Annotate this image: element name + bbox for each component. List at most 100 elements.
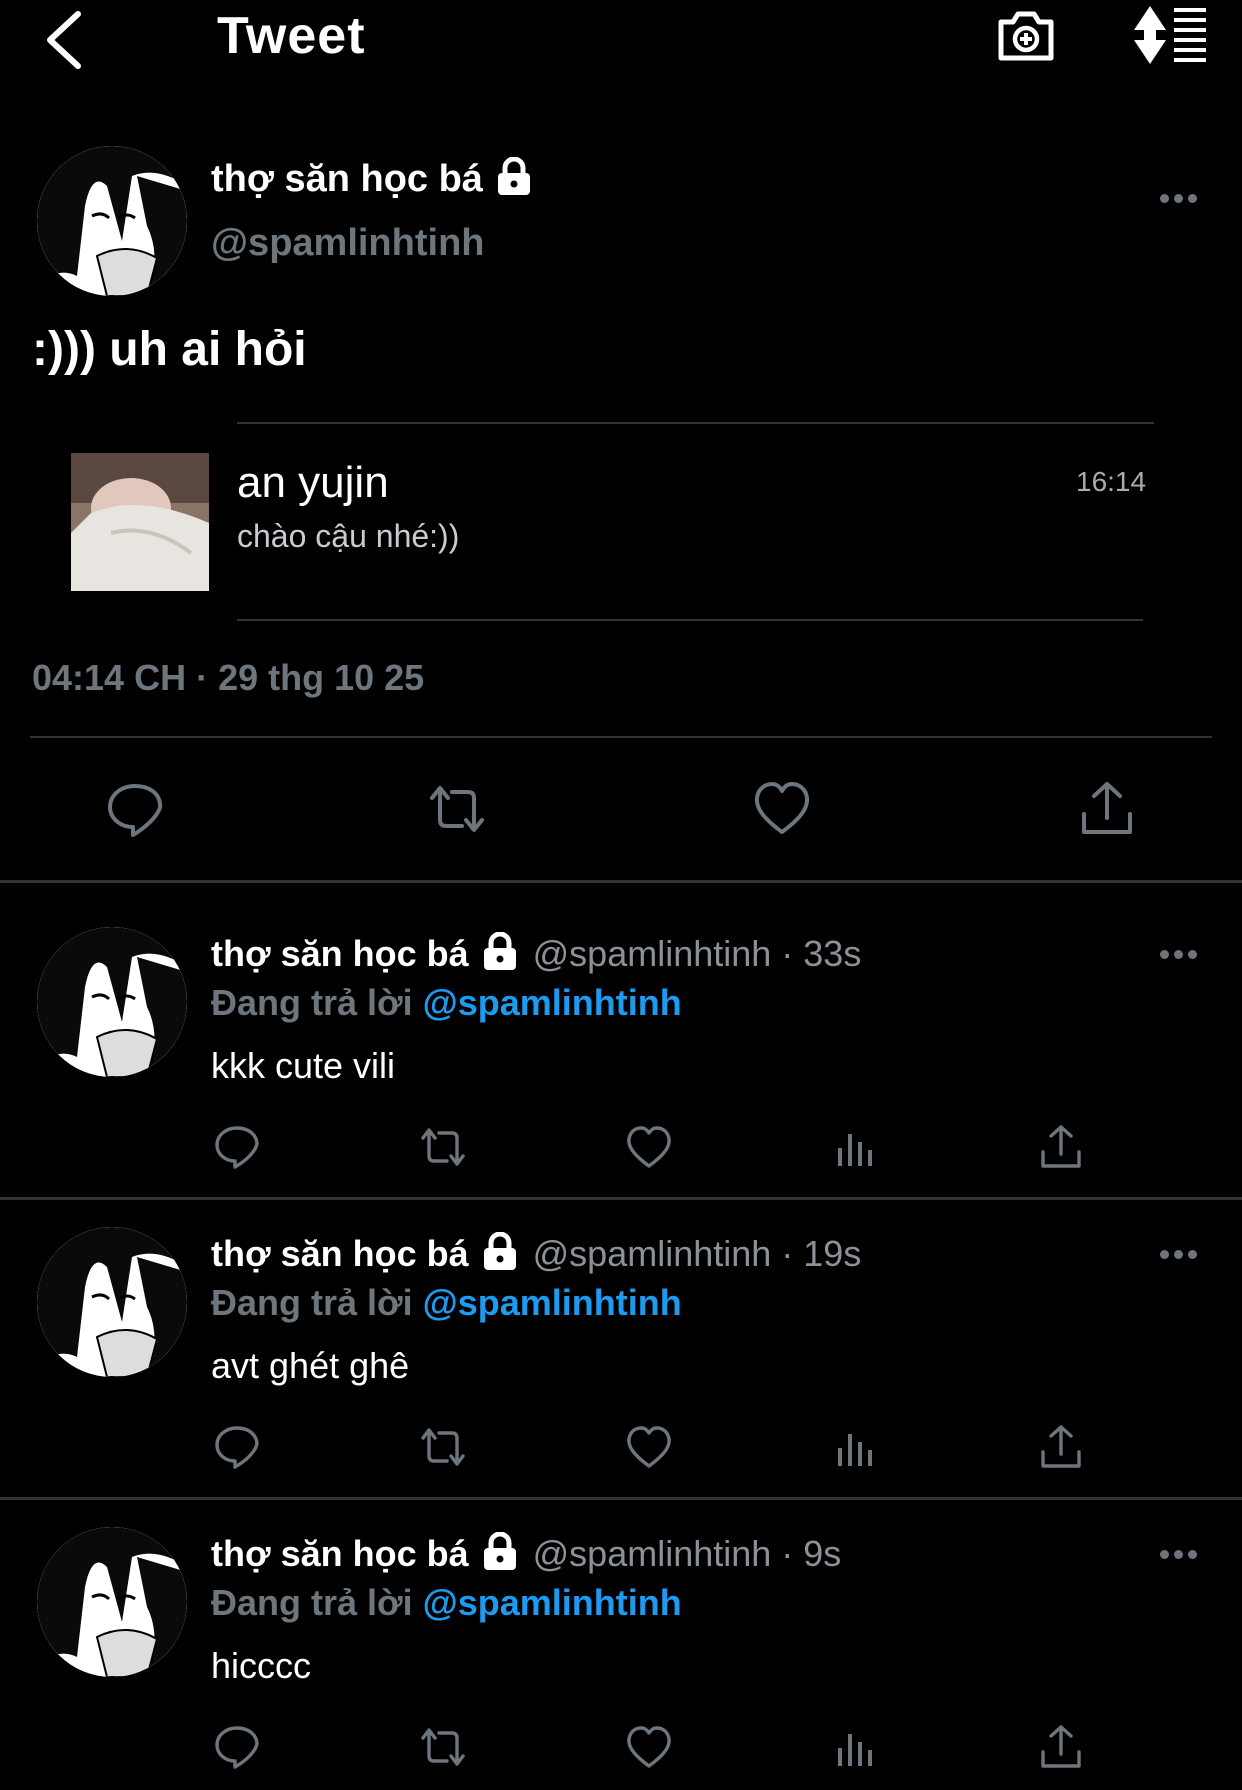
quote-name: an yujin — [237, 458, 389, 507]
author-display-name[interactable]: thợ săn học bá — [211, 1533, 469, 1574]
back-button[interactable] — [40, 6, 90, 70]
divider — [237, 422, 1154, 424]
analytics-button[interactable] — [832, 1124, 878, 1170]
share-icon — [1041, 1425, 1081, 1468]
replying-to: Đang trả lời @spamlinhtinh — [211, 982, 682, 1024]
heart-icon — [627, 1126, 671, 1168]
chevron-left-icon — [47, 11, 81, 69]
share-icon — [1082, 782, 1132, 834]
reply-header: thợ săn học bá @spamlinhtinh · 9s — [211, 1532, 842, 1576]
reply-header: thợ săn học bá @spamlinhtinh · 33s — [211, 932, 862, 976]
lock-icon — [483, 932, 516, 971]
divider — [30, 736, 1212, 738]
share-button[interactable] — [1038, 1724, 1084, 1770]
heart-icon — [754, 782, 810, 834]
page-title: Tweet — [217, 7, 366, 65]
tweet-text: :))) uh ai hỏi — [32, 323, 307, 376]
retweet-icon — [421, 1728, 465, 1766]
heart-icon — [627, 1726, 671, 1768]
tweet-detail-screen: Tweet thợ săn học bá @spamlinhtinh:))) … — [0, 0, 1242, 1790]
tweet-timestamp: 04:14 CH · 29 thg 10 25 — [32, 657, 425, 698]
heart-button[interactable] — [626, 1124, 672, 1170]
reply-button[interactable] — [214, 1724, 260, 1770]
replying-to: Đang trả lời @spamlinhtinh — [211, 1582, 682, 1624]
more-options-button[interactable] — [1160, 946, 1204, 959]
reply-button[interactable] — [214, 1424, 260, 1470]
lock-icon — [497, 156, 530, 195]
divider — [237, 619, 1143, 621]
replying-to: Đang trả lời @spamlinhtinh — [211, 1282, 682, 1324]
replying-label: Đang trả lời — [211, 982, 413, 1023]
mention-link[interactable]: @spamlinhtinh — [423, 982, 682, 1023]
lock-icon — [483, 1232, 516, 1271]
retweet-icon — [421, 1428, 465, 1466]
analytics-icon — [838, 1434, 872, 1466]
reply-icon — [215, 1426, 259, 1469]
author-meta: @spamlinhtinh · 9s — [532, 1533, 842, 1574]
replying-label: Đang trả lời — [211, 1282, 413, 1323]
top-bar: Tweet — [0, 0, 1242, 80]
heart-button[interactable] — [626, 1724, 672, 1770]
mention-link[interactable]: @spamlinhtinh — [423, 1282, 682, 1323]
retweet-button[interactable] — [428, 780, 486, 838]
replying-label: Đang trả lời — [211, 1582, 413, 1623]
mention-link[interactable]: @spamlinhtinh — [423, 1582, 682, 1623]
more-dot — [1160, 1250, 1169, 1259]
sort-list-icon — [1134, 6, 1206, 64]
more-dot — [1188, 1550, 1197, 1559]
reply-button[interactable] — [214, 1124, 260, 1170]
more-dot — [1160, 950, 1169, 959]
more-dot — [1174, 194, 1183, 203]
section-separator — [0, 1197, 1242, 1200]
analytics-button[interactable] — [832, 1424, 878, 1470]
more-dot — [1160, 194, 1169, 203]
author-display-name: thợ săn học bá — [211, 158, 483, 200]
avatar-image — [37, 927, 187, 1077]
share-button[interactable] — [1038, 1424, 1084, 1470]
camera-button[interactable] — [995, 4, 1057, 66]
reply-header: thợ săn học bá @spamlinhtinh · 19s — [211, 1232, 862, 1276]
retweet-button[interactable] — [420, 1124, 466, 1170]
reply-icon — [108, 784, 163, 837]
author-display-name[interactable]: thợ săn học bá — [211, 933, 469, 974]
photo-image — [71, 453, 209, 591]
author-name[interactable]: thợ săn học bá — [211, 156, 533, 201]
analytics-icon — [838, 1734, 872, 1766]
share-icon — [1041, 1725, 1081, 1768]
reply-text: avt ghét ghê — [211, 1345, 410, 1386]
reply-text: kkk cute vili — [211, 1045, 396, 1086]
more-options-button[interactable] — [1160, 1546, 1204, 1559]
author-meta: @spamlinhtinh · 33s — [532, 933, 862, 974]
retweet-button[interactable] — [420, 1724, 466, 1770]
like-button[interactable] — [753, 780, 811, 838]
avatar[interactable] — [37, 1527, 187, 1677]
reply-icon — [215, 1126, 259, 1169]
sort-button[interactable] — [1130, 4, 1210, 66]
more-dot — [1174, 950, 1183, 959]
heart-icon — [627, 1426, 671, 1468]
author-handle[interactable]: @spamlinhtinh — [211, 222, 485, 265]
more-dot — [1160, 1550, 1169, 1559]
more-dot — [1188, 194, 1197, 203]
share-button[interactable] — [1078, 780, 1136, 838]
retweet-button[interactable] — [420, 1424, 466, 1470]
share-button[interactable] — [1038, 1124, 1084, 1170]
avatar[interactable] — [37, 146, 187, 296]
author-meta: @spamlinhtinh · 19s — [532, 1233, 862, 1274]
more-dot — [1188, 950, 1197, 959]
quote-thumbnail[interactable] — [71, 453, 209, 591]
analytics-button[interactable] — [832, 1724, 878, 1770]
heart-button[interactable] — [626, 1424, 672, 1470]
camera-plus-icon — [998, 11, 1054, 61]
reply-text: hicccc — [211, 1645, 312, 1686]
more-options-button[interactable] — [1160, 1246, 1204, 1259]
author-display-name[interactable]: thợ săn học bá — [211, 1233, 469, 1274]
lock-icon — [483, 1532, 516, 1571]
avatar[interactable] — [37, 1227, 187, 1377]
avatar[interactable] — [37, 927, 187, 1077]
avatar-image — [37, 146, 187, 296]
more-options-button[interactable] — [1160, 190, 1204, 203]
more-dot — [1174, 1550, 1183, 1559]
reply-button[interactable] — [106, 780, 164, 838]
section-separator — [0, 880, 1242, 883]
